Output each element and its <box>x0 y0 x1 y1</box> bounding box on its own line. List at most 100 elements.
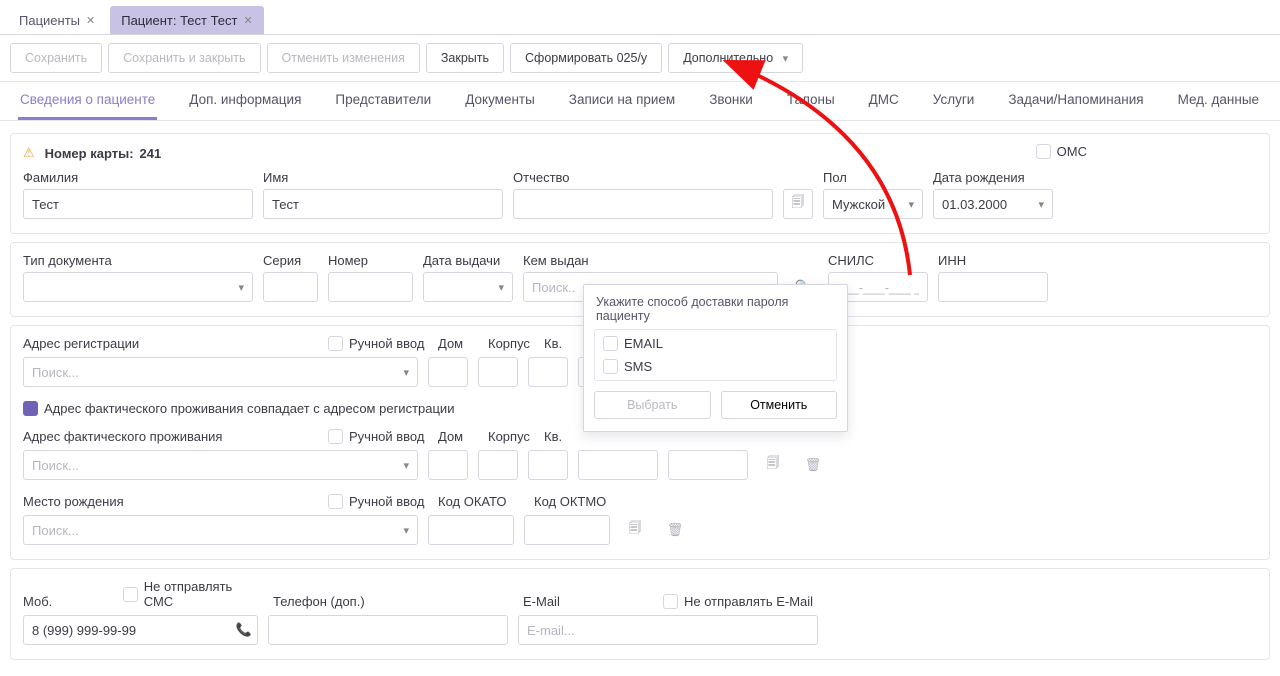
close-icon[interactable]: ✕ <box>86 14 95 27</box>
korpus-label: Корпус <box>488 429 534 444</box>
popover-title: Укажите способ доставки пароля пациенту <box>584 285 847 329</box>
inn-label: ИНН <box>938 253 1048 268</box>
more-menu-button[interactable]: Дополнительно ▾ <box>668 43 803 73</box>
trash-icon: 🗑 <box>667 522 684 538</box>
name-input[interactable] <box>263 189 503 219</box>
reg-address-combo[interactable]: ▾ <box>23 357 418 387</box>
popover-cancel-button[interactable]: Отменить <box>721 391 838 419</box>
tab-patient-detail[interactable]: Пациент: Тест Тест ✕ <box>110 6 264 34</box>
tab-tasks[interactable]: Задачи/Напоминания <box>1006 82 1145 120</box>
birthplace-manual-checkbox[interactable]: Ручной ввод <box>328 494 424 509</box>
trash-icon: 🗑 <box>805 457 822 473</box>
email-input[interactable] <box>518 615 818 645</box>
patronymic-input[interactable] <box>513 189 773 219</box>
panel-contacts: Моб. Не отправлять СМС Телефон (доп.) E-… <box>10 568 1270 660</box>
doctype-select[interactable]: ▾ <box>23 272 253 302</box>
phone2-input[interactable] <box>268 615 508 645</box>
actual-address-okato-input[interactable] <box>578 450 658 480</box>
doc-number-input[interactable] <box>328 272 413 302</box>
tab-patients[interactable]: Пациенты ✕ <box>8 6 106 34</box>
cancel-changes-button[interactable]: Отменить изменения <box>267 43 420 73</box>
flat-label: Кв. <box>544 429 584 444</box>
section-tabs: Сведения о пациенте Доп. информация Пред… <box>0 82 1280 121</box>
birthplace-oktmo-input[interactable] <box>524 515 610 545</box>
oms-checkbox[interactable]: ОМС <box>1036 144 1087 159</box>
actual-address-combo[interactable]: ▾ <box>23 450 418 480</box>
oktmo-label: Код ОКТМО <box>534 494 620 509</box>
same-address-checkbox[interactable]: Адрес фактического проживания совпадает … <box>23 401 454 416</box>
tab-calls[interactable]: Звонки <box>707 82 755 120</box>
doc-series-input[interactable] <box>263 272 318 302</box>
doc-issued-by-label: Кем выдан <box>523 253 778 268</box>
surname-input[interactable] <box>23 189 253 219</box>
actual-address-house-input[interactable] <box>428 450 468 480</box>
password-delivery-popover: Укажите способ доставки пароля пациенту … <box>583 284 848 432</box>
patronymic-label: Отчество <box>513 170 773 185</box>
tab-label: Пациенты <box>19 13 80 28</box>
flat-label: Кв. <box>544 336 584 351</box>
chevron-down-icon: ▾ <box>403 366 409 379</box>
inn-input[interactable] <box>938 272 1048 302</box>
card-number-label: Номер карты: <box>45 146 134 161</box>
actual-address-korpus-input[interactable] <box>478 450 518 480</box>
actual-address-label: Адрес фактического проживания <box>23 429 318 444</box>
doctype-label: Тип документа <box>23 253 253 268</box>
tab-coupons[interactable]: Талоны <box>785 82 837 120</box>
copy-fullname-button[interactable]: 🗐 <box>783 189 813 219</box>
reg-address-korpus-input[interactable] <box>478 357 518 387</box>
chevron-down-icon: ▾ <box>403 524 409 537</box>
birthplace-combo[interactable]: ▾ <box>23 515 418 545</box>
tab-label: Пациент: Тест Тест <box>121 13 237 28</box>
close-button[interactable]: Закрыть <box>426 43 504 73</box>
house-label: Дом <box>438 429 478 444</box>
reg-address-manual-checkbox[interactable]: Ручной ввод <box>328 336 424 351</box>
form-025u-button[interactable]: Сформировать 025/у <box>510 43 662 73</box>
chevron-down-icon: ▾ <box>783 53 789 65</box>
popover-choose-button[interactable]: Выбрать <box>594 391 711 419</box>
save-button[interactable]: Сохранить <box>10 43 102 73</box>
sex-select[interactable]: Мужской ▾ <box>823 189 923 219</box>
doc-issue-date-label: Дата выдачи <box>423 253 513 268</box>
tab-dms[interactable]: ДМС <box>867 82 901 120</box>
delivery-sms-checkbox[interactable]: SMS <box>603 359 828 374</box>
tab-extra-info[interactable]: Доп. информация <box>187 82 303 120</box>
sex-label: Пол <box>823 170 923 185</box>
doc-issue-date-picker[interactable]: ▾ <box>423 272 513 302</box>
tab-patient-info[interactable]: Сведения о пациенте <box>18 82 157 120</box>
phone2-label: Телефон (доп.) <box>273 594 513 609</box>
actual-address-oktmo-input[interactable] <box>668 450 748 480</box>
dob-picker[interactable]: 01.03.2000 ▾ <box>933 189 1053 219</box>
actual-address-copy-button[interactable]: 🗐 <box>758 450 788 480</box>
mobile-label: Моб. <box>23 594 113 609</box>
actual-address-input[interactable] <box>32 458 397 473</box>
no-email-checkbox[interactable]: Не отправлять E-Mail <box>663 594 813 609</box>
tab-services[interactable]: Услуги <box>931 82 977 120</box>
actual-address-flat-input[interactable] <box>528 450 568 480</box>
warning-icon: ⚠ <box>23 145 35 161</box>
reg-address-flat-input[interactable] <box>528 357 568 387</box>
save-close-button[interactable]: Сохранить и закрыть <box>108 43 260 73</box>
manual-input-label: Ручной ввод <box>349 429 424 444</box>
chevron-down-icon: ▾ <box>238 281 244 294</box>
tab-documents[interactable]: Документы <box>463 82 537 120</box>
birthplace-okato-input[interactable] <box>428 515 514 545</box>
birthplace-delete-button[interactable]: 🗑 <box>660 515 690 545</box>
reg-address-input[interactable] <box>32 365 397 380</box>
tab-appointments[interactable]: Записи на прием <box>567 82 677 120</box>
birthplace-copy-button[interactable]: 🗐 <box>620 515 650 545</box>
birthplace-input[interactable] <box>32 523 397 538</box>
actual-address-manual-checkbox[interactable]: Ручной ввод <box>328 429 424 444</box>
actual-address-delete-button[interactable]: 🗑 <box>798 450 828 480</box>
dob-label: Дата рождения <box>933 170 1053 185</box>
toolbar: Сохранить Сохранить и закрыть Отменить и… <box>0 35 1280 82</box>
tab-med-data[interactable]: Мед. данные <box>1176 82 1262 120</box>
same-address-label: Адрес фактического проживания совпадает … <box>44 401 454 416</box>
panel-patient-primary: ⚠ Номер карты: 241 ОМС Фамилия Имя Отчес… <box>10 133 1270 234</box>
no-sms-label: Не отправлять СМС <box>144 579 263 609</box>
tab-representatives[interactable]: Представители <box>333 82 433 120</box>
no-sms-checkbox[interactable]: Не отправлять СМС <box>123 579 263 609</box>
close-icon[interactable]: ✕ <box>244 14 253 27</box>
delivery-email-checkbox[interactable]: EMAIL <box>603 336 828 351</box>
reg-address-house-input[interactable] <box>428 357 468 387</box>
mobile-input[interactable] <box>23 615 258 645</box>
